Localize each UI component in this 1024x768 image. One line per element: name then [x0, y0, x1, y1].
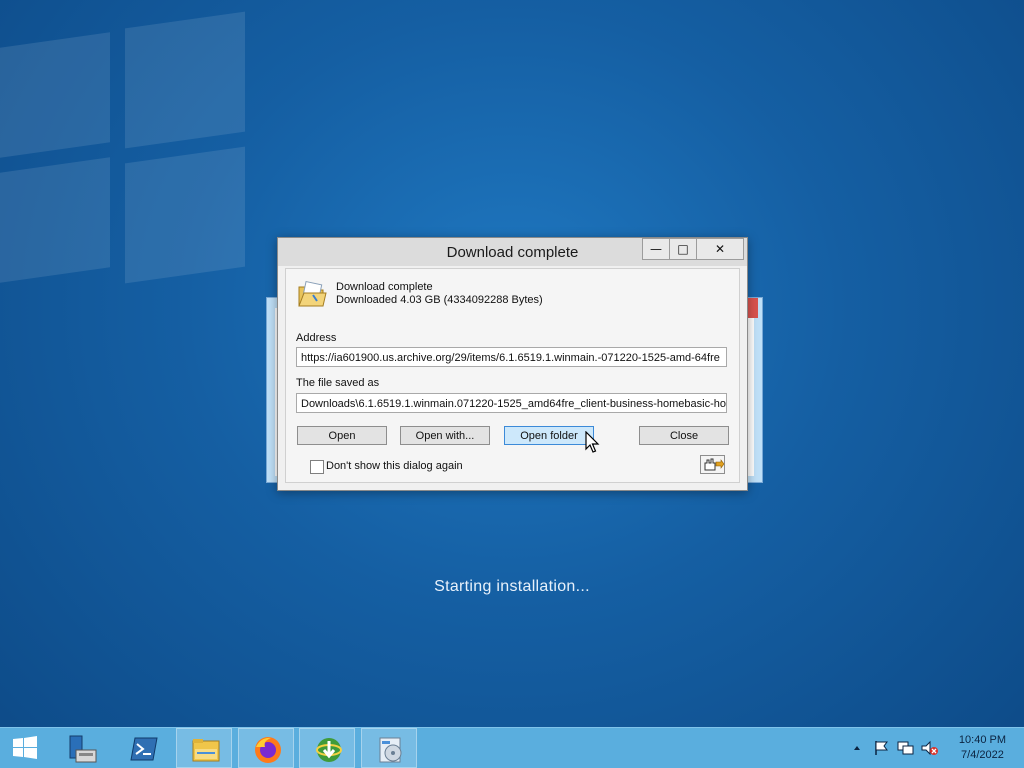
network-icon[interactable]	[897, 740, 915, 756]
open-with-button[interactable]: Open with...	[400, 426, 490, 445]
dialog-titlebar[interactable]: Download complete — □ ✕	[278, 238, 747, 266]
show-hidden-icons-icon[interactable]	[852, 740, 862, 756]
drag-help-button[interactable]	[700, 455, 725, 474]
hand-pointer-icon	[704, 458, 725, 471]
message-detail: Downloaded 4.03 GB (4334092288 Bytes)	[336, 294, 543, 306]
powershell-icon	[130, 737, 158, 761]
clock-date: 7/4/2022	[961, 749, 1004, 761]
taskbar-download-manager[interactable]	[299, 728, 355, 768]
minimize-button[interactable]: —	[642, 238, 670, 260]
taskbar-setup[interactable]	[361, 728, 417, 768]
action-center-flag-icon[interactable]	[873, 740, 891, 756]
close-window-button[interactable]: ✕	[696, 238, 744, 260]
windows-logo-watermark	[0, 0, 280, 300]
download-complete-dialog: Download complete — □ ✕ Download complet…	[277, 237, 748, 491]
download-manager-icon	[316, 738, 342, 762]
volume-muted-icon[interactable]	[921, 740, 939, 756]
address-label: Address	[296, 332, 337, 344]
saved-as-field[interactable]: Downloads\6.1.6519.1.winmain.071220-1525…	[296, 393, 727, 413]
server-manager-icon	[69, 735, 97, 763]
open-folder-icon	[298, 280, 327, 307]
clock-time: 10:40 PM	[958, 734, 1006, 746]
close-button[interactable]: Close	[639, 426, 729, 445]
firefox-icon	[255, 737, 281, 763]
taskbar-file-explorer[interactable]	[176, 728, 232, 768]
dont-show-label[interactable]: Don't show this dialog again	[326, 460, 463, 472]
taskbar-powershell[interactable]	[115, 728, 171, 768]
start-icon	[13, 736, 37, 759]
taskbar-firefox[interactable]	[238, 728, 294, 768]
open-button[interactable]: Open	[297, 426, 387, 445]
dialog-client-area: Download complete Downloaded 4.03 GB (43…	[285, 268, 740, 483]
address-field[interactable]: https://ia601900.us.archive.org/29/items…	[296, 347, 727, 367]
setup-icon	[379, 737, 402, 763]
file-explorer-icon	[192, 739, 220, 762]
message-title: Download complete	[336, 281, 433, 293]
background-window-close-edge	[748, 298, 758, 318]
taskbar: 10:40 PM 7/4/2022	[0, 727, 1024, 768]
mouse-pointer-icon	[585, 431, 600, 453]
maximize-button[interactable]: □	[669, 238, 697, 260]
clock[interactable]: 10:40 PM 7/4/2022	[959, 733, 1006, 763]
saved-as-label: The file saved as	[296, 377, 380, 389]
start-button[interactable]	[0, 728, 52, 768]
status-text: Starting installation...	[434, 578, 590, 595]
open-folder-button[interactable]: Open folder	[504, 426, 594, 445]
taskbar-server-manager[interactable]	[54, 728, 110, 768]
dont-show-checkbox[interactable]	[310, 460, 324, 474]
